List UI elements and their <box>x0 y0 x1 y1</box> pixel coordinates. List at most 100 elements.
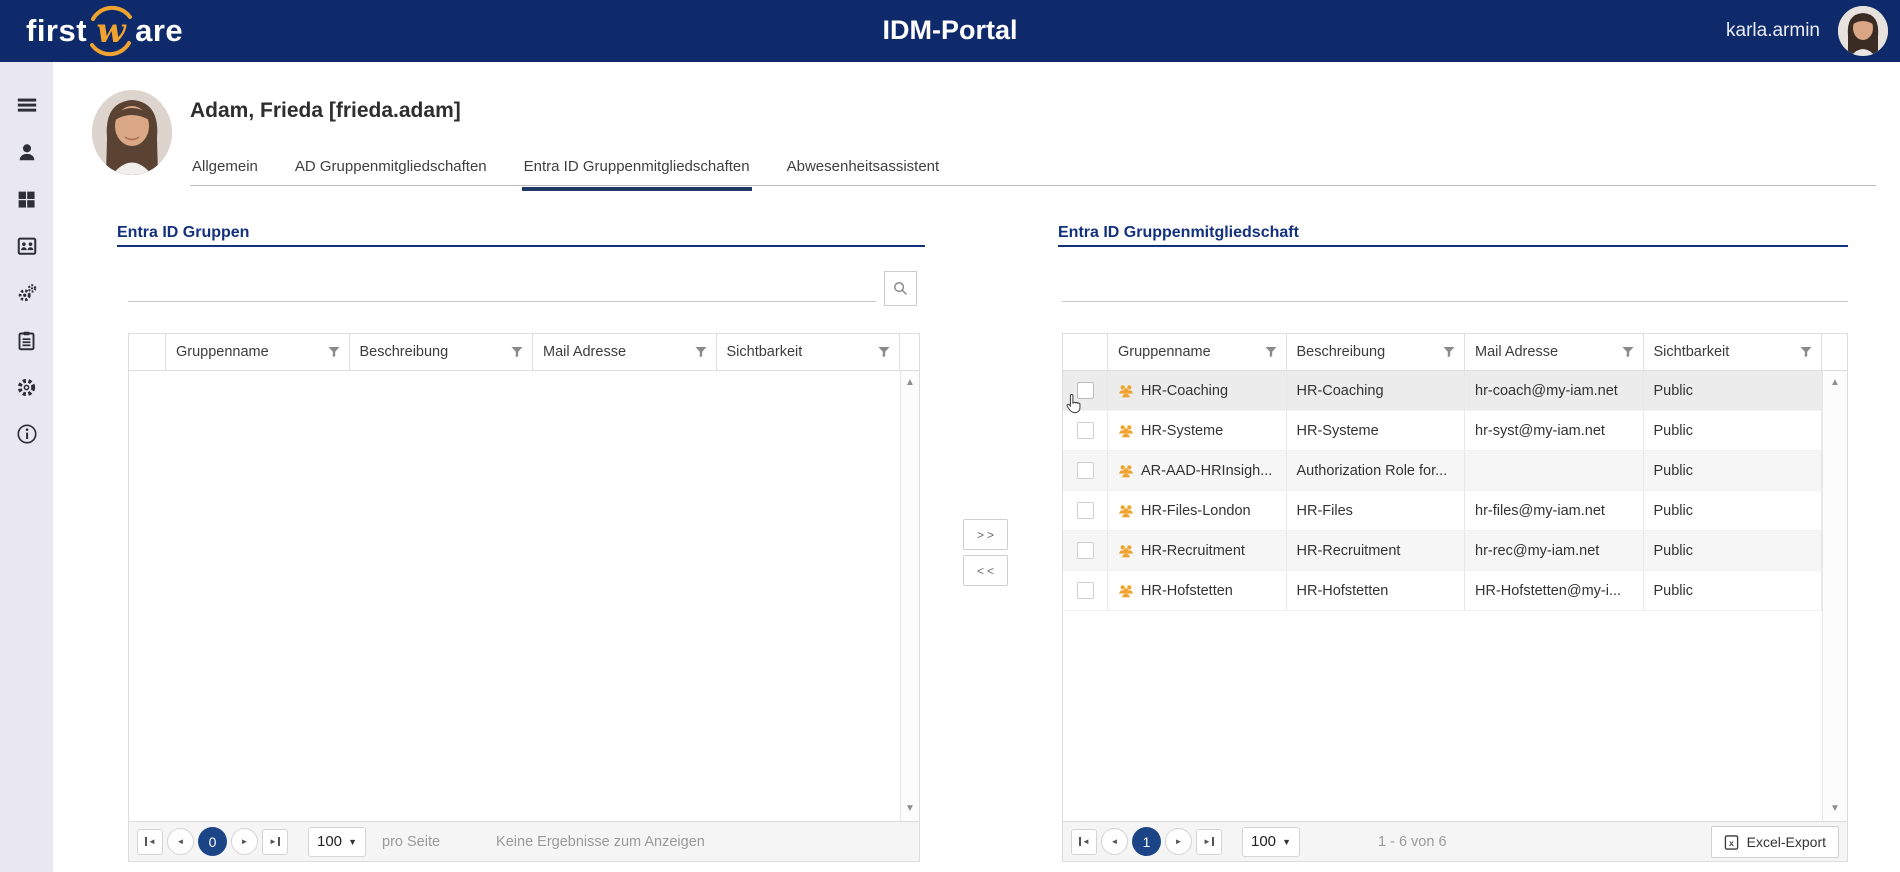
menu-icon[interactable] <box>15 93 39 117</box>
last-page-button[interactable]: ► <box>1196 828 1222 855</box>
row-checkbox[interactable] <box>1076 502 1094 519</box>
row-select-cell <box>1063 451 1108 490</box>
mail-cell: hr-rec@my-iam.net <box>1465 531 1644 570</box>
first-page-button[interactable]: ◄ <box>137 828 163 855</box>
previous-page-button[interactable]: ◄ <box>167 828 194 855</box>
search-icon <box>894 282 907 295</box>
left-search-input[interactable] <box>128 272 876 302</box>
row-checkbox[interactable] <box>1076 582 1094 599</box>
row-checkbox[interactable] <box>1076 542 1094 559</box>
visibility-cell: Public <box>1644 411 1822 450</box>
user-icon[interactable] <box>15 140 39 164</box>
previous-page-button[interactable]: ◄ <box>1101 828 1128 855</box>
logged-in-username: karla.armin <box>1726 20 1820 41</box>
user-area[interactable]: karla.armin <box>1726 0 1888 62</box>
column-header[interactable]: Gruppenname <box>166 334 350 370</box>
vertical-scrollbar[interactable]: ▲ ▼ <box>900 371 919 821</box>
page-size-select[interactable]: 100 ▼ <box>308 826 366 857</box>
column-header[interactable]: Sichtbarkeit <box>717 334 900 370</box>
rows-area: HR-Coaching HR-Coaching hr-coach@my-iam.… <box>1063 371 1822 821</box>
column-header[interactable]: Beschreibung <box>350 334 533 370</box>
column-header[interactable]: Sichtbarkeit <box>1644 334 1822 370</box>
groupname-cell: AR-AAD-HRInsigh... <box>1108 451 1287 490</box>
description-cell: HR-Files <box>1287 491 1465 530</box>
add-to-membership-button[interactable]: >> <box>963 519 1008 550</box>
next-page-button[interactable]: ► <box>1165 828 1192 855</box>
row-checkbox[interactable] <box>1076 462 1094 479</box>
filter-funnel-icon[interactable] <box>1800 346 1812 358</box>
right-panel-title-rule <box>1058 245 1848 247</box>
contacts-icon[interactable] <box>15 234 39 258</box>
column-header[interactable]: Mail Adresse <box>1465 334 1644 370</box>
excel-export-button[interactable]: x Excel-Export <box>1710 826 1839 858</box>
left-search-button[interactable] <box>884 271 917 306</box>
empty-rows-area <box>129 371 900 821</box>
table-row[interactable]: HR-Systeme HR-Systeme hr-syst@my-iam.net… <box>1063 411 1822 451</box>
result-status: 1 - 6 von 6 <box>1378 833 1447 850</box>
filter-funnel-icon[interactable] <box>1265 346 1277 358</box>
scroll-down-icon[interactable]: ▼ <box>1830 804 1840 814</box>
scrollbar-spacer <box>1822 334 1847 370</box>
mail-cell: hr-syst@my-iam.net <box>1465 411 1644 450</box>
table-row[interactable]: HR-Files-London HR-Files hr-files@my-iam… <box>1063 491 1822 531</box>
mail-cell: hr-coach@my-iam.net <box>1465 371 1644 410</box>
row-select-cell <box>1063 371 1108 410</box>
services-gears-icon[interactable] <box>15 281 39 305</box>
filter-funnel-icon[interactable] <box>511 346 523 358</box>
scroll-up-icon[interactable]: ▲ <box>1830 378 1840 388</box>
chevron-down-icon: ▼ <box>1282 836 1291 847</box>
column-header[interactable]: Gruppenname <box>1108 334 1287 370</box>
visibility-cell: Public <box>1644 371 1822 410</box>
first-page-button[interactable]: ◄ <box>1071 828 1097 855</box>
description-cell: HR-Coaching <box>1287 371 1465 410</box>
groupname-cell: HR-Hofstetten <box>1108 571 1287 610</box>
row-checkbox[interactable] <box>1076 422 1094 439</box>
membership-table: Gruppenname Beschreibung Mail Adresse Si… <box>1062 333 1848 862</box>
filter-funnel-icon[interactable] <box>1443 346 1455 358</box>
idm-portal-app: first w are IDM-Portal karla.armin Adam,… <box>0 0 1900 872</box>
dashboard-icon[interactable] <box>15 187 39 211</box>
column-header[interactable]: Beschreibung <box>1287 334 1465 370</box>
table-row[interactable]: AR-AAD-HRInsigh... Authorization Role fo… <box>1063 451 1822 491</box>
description-cell: HR-Systeme <box>1287 411 1465 450</box>
tabs-divider <box>190 185 1876 186</box>
scroll-down-icon[interactable]: ▼ <box>905 804 915 814</box>
right-filter-input[interactable] <box>1062 272 1848 302</box>
sidebar <box>0 62 53 872</box>
description-cell: HR-Recruitment <box>1287 531 1465 570</box>
filter-funnel-icon[interactable] <box>1622 346 1634 358</box>
visibility-cell: Public <box>1644 451 1822 490</box>
table-row[interactable]: HR-Recruitment HR-Recruitment hr-rec@my-… <box>1063 531 1822 571</box>
app-header: first w are IDM-Portal karla.armin <box>0 0 1900 62</box>
user-avatar[interactable] <box>1838 6 1888 56</box>
last-page-button[interactable]: ► <box>262 828 288 855</box>
page-title-user: Adam, Frieda [frieda.adam] <box>190 99 461 122</box>
filter-funnel-icon[interactable] <box>695 346 707 358</box>
settings-gear-icon[interactable] <box>15 375 39 399</box>
current-page-indicator[interactable]: 1 <box>1132 827 1161 856</box>
row-select-cell <box>1063 531 1108 570</box>
group-members-icon <box>1119 504 1133 517</box>
table-row[interactable]: HR-Hofstetten HR-Hofstetten HR-Hofstette… <box>1063 571 1822 611</box>
filter-funnel-icon[interactable] <box>328 346 340 358</box>
tasks-clipboard-icon[interactable] <box>15 328 39 352</box>
table-row[interactable]: HR-Coaching HR-Coaching hr-coach@my-iam.… <box>1063 371 1822 411</box>
table-header-row: Gruppenname Beschreibung Mail Adresse Si… <box>1063 334 1847 371</box>
next-page-button[interactable]: ► <box>231 828 258 855</box>
description-cell: Authorization Role for... <box>1287 451 1465 490</box>
groupname-cell: HR-Coaching <box>1108 371 1287 410</box>
select-column-header <box>1063 334 1108 370</box>
row-checkbox[interactable] <box>1076 382 1094 399</box>
info-icon[interactable] <box>15 422 39 446</box>
entra-groups-table: Gruppenname Beschreibung Mail Adresse Si… <box>128 333 920 862</box>
column-header[interactable]: Mail Adresse <box>533 334 717 370</box>
scroll-up-icon[interactable]: ▲ <box>905 378 915 388</box>
visibility-cell: Public <box>1644 531 1822 570</box>
remove-from-membership-button[interactable]: << <box>963 555 1008 586</box>
table-body: HR-Coaching HR-Coaching hr-coach@my-iam.… <box>1063 371 1847 821</box>
current-page-indicator[interactable]: 0 <box>198 827 227 856</box>
page-size-select[interactable]: 100 ▼ <box>1242 826 1300 857</box>
vertical-scrollbar[interactable]: ▲ ▼ <box>1822 371 1847 821</box>
filter-funnel-icon[interactable] <box>878 346 890 358</box>
result-status: Keine Ergebnisse zum Anzeigen <box>496 833 705 850</box>
